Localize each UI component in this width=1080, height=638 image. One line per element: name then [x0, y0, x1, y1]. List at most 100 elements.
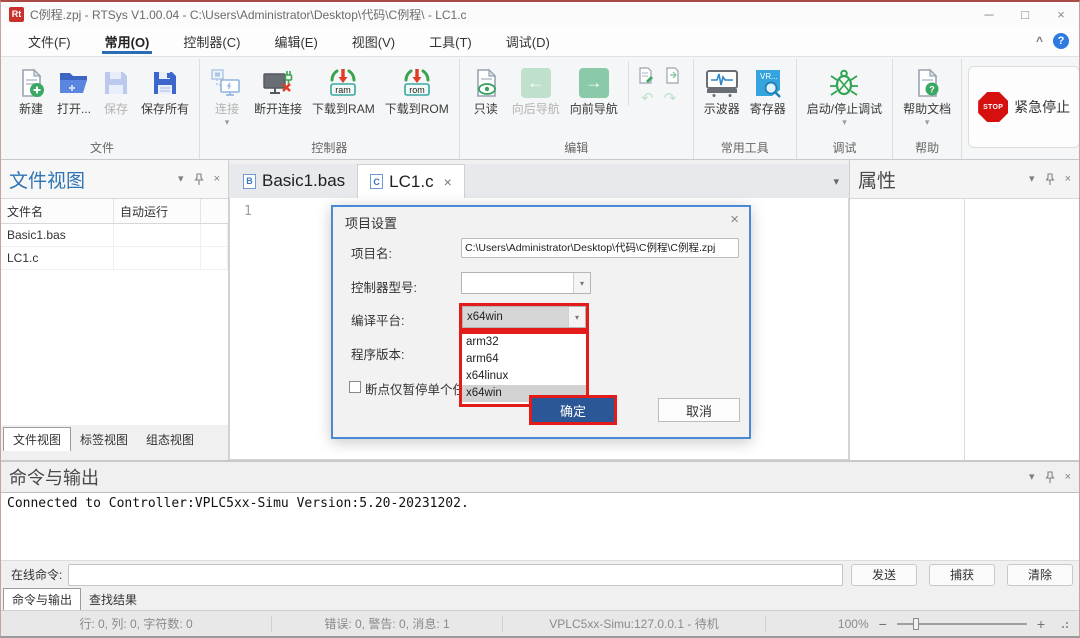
tab-command-output[interactable]: 命令与输出	[3, 588, 81, 611]
minimize-button[interactable]: ─	[971, 2, 1007, 26]
project-name-input[interactable]: C:\Users\Administrator\Desktop\代码\C例程\C例…	[461, 238, 739, 258]
menu-view[interactable]: 视图(V)	[335, 26, 412, 56]
column-autorun[interactable]: 自动运行	[114, 199, 201, 223]
goto-line-icon[interactable]	[664, 67, 681, 84]
help-doc-icon: ?	[911, 65, 943, 101]
zoom-out-icon[interactable]: −	[879, 616, 887, 632]
menu-controller[interactable]: 控制器(C)	[166, 26, 257, 56]
download-ram-button[interactable]: ram 下载到RAM	[308, 61, 379, 117]
help-icon[interactable]: ?	[1053, 33, 1069, 49]
readonly-icon	[470, 65, 502, 101]
menu-common[interactable]: 常用(O)	[88, 26, 167, 56]
save-all-button[interactable]: 保存所有	[137, 61, 193, 117]
ribbon: 新建 打开... 保存	[1, 56, 1079, 160]
dialog-close-icon[interactable]: ×	[730, 211, 739, 228]
svg-text:?: ?	[929, 85, 935, 95]
panel-menu-icon[interactable]: ▾	[1029, 472, 1035, 483]
debug-dropdown-icon: ▾	[842, 117, 847, 127]
open-folder-icon	[57, 65, 91, 101]
properties-panel: 属性 ▾ ×	[849, 160, 1079, 460]
chevron-down-icon[interactable]: ▾	[568, 307, 585, 327]
new-button[interactable]: 新建	[11, 61, 51, 117]
ribbon-group-debug: 启动/停止调试 ▾ 调试	[797, 59, 893, 159]
download-rom-button[interactable]: rom 下载到ROM	[381, 61, 453, 117]
open-button[interactable]: 打开...	[53, 61, 95, 117]
app-logo-icon: Rt	[9, 7, 24, 22]
tab-config-view[interactable]: 组态视图	[137, 428, 203, 451]
project-name-label: 项目名:	[351, 243, 392, 262]
pin-icon[interactable]	[194, 173, 204, 186]
option-x64linux[interactable]: x64linux	[462, 368, 586, 385]
file-table: 文件名 自动运行 Basic1.bas LC1.c	[1, 198, 228, 425]
tab-list-dropdown-icon[interactable]: ▾	[823, 175, 849, 188]
editor-tab-lc1[interactable]: C LC1.c ×	[357, 164, 465, 198]
nav-forward-button[interactable]: → 向前导航	[566, 61, 622, 117]
panel-menu-icon[interactable]: ▾	[1029, 174, 1035, 185]
menu-file[interactable]: 文件(F)	[11, 26, 88, 56]
view-tabs: 文件视图 标签视图 组态视图	[1, 425, 228, 451]
zoom-in-icon[interactable]: +	[1037, 616, 1045, 632]
pin-icon[interactable]	[1045, 471, 1055, 484]
option-arm64[interactable]: arm64	[462, 351, 586, 368]
edit-code-icon[interactable]	[637, 67, 654, 84]
group-label-tools: 常用工具	[700, 139, 790, 159]
file-view-title: 文件视图	[9, 166, 178, 193]
column-filename[interactable]: 文件名	[1, 199, 114, 223]
ribbon-group-help: ? 帮助文档 ▾ 帮助	[893, 59, 962, 159]
tab-close-icon[interactable]: ×	[444, 174, 452, 190]
cancel-button[interactable]: 取消	[658, 398, 740, 422]
pin-icon[interactable]	[1045, 173, 1055, 186]
help-doc-button[interactable]: ? 帮助文档 ▾	[899, 61, 955, 127]
disconnect-button[interactable]: 断开连接	[250, 61, 306, 117]
maximize-button[interactable]: □	[1007, 2, 1043, 26]
panel-menu-icon[interactable]: ▾	[178, 174, 184, 185]
send-button[interactable]: 发送	[851, 564, 917, 586]
file-row-lc1[interactable]: LC1.c	[1, 247, 228, 270]
save-button[interactable]: 保存	[97, 61, 135, 117]
resize-grip[interactable]	[1059, 619, 1069, 629]
start-stop-debug-button[interactable]: 启动/停止调试 ▾	[803, 61, 886, 127]
basic-file-icon: B	[243, 174, 256, 189]
compile-platform-select[interactable]: x64win ▾	[462, 306, 586, 328]
tab-label-view[interactable]: 标签视图	[71, 428, 137, 451]
undo-icon[interactable]: ↶	[641, 92, 654, 106]
group-label-file: 文件	[11, 139, 193, 159]
close-button[interactable]: ×	[1043, 2, 1079, 26]
online-command-input[interactable]	[68, 564, 843, 586]
oscilloscope-button[interactable]: 示波器	[700, 61, 744, 117]
breakpoint-checkbox[interactable]	[349, 381, 361, 393]
readonly-button[interactable]: 只读	[466, 61, 506, 117]
ribbon-collapse-icon[interactable]: ^	[1036, 34, 1043, 48]
ribbon-group-tools: 示波器 VR... 寄存器 常用工具	[694, 59, 797, 159]
tab-search-results[interactable]: 查找结果	[81, 589, 145, 610]
ribbon-group-file: 新建 打开... 保存	[5, 59, 200, 159]
controller-model-select[interactable]: ▾	[461, 272, 591, 294]
panel-close-icon[interactable]: ×	[1065, 174, 1071, 185]
platform-dropdown-list: arm32 arm64 x64linux x64win	[462, 334, 586, 404]
zoom-slider-thumb[interactable]	[913, 618, 919, 630]
option-arm32[interactable]: arm32	[462, 334, 586, 351]
tab-file-view[interactable]: 文件视图	[3, 427, 71, 452]
connect-icon	[210, 65, 244, 101]
zoom-slider[interactable]	[897, 623, 1027, 625]
panel-close-icon[interactable]: ×	[214, 174, 220, 185]
emergency-stop-button[interactable]: STOP 紧急停止	[968, 66, 1080, 148]
editor-tab-basic1[interactable]: B Basic1.bas	[231, 164, 357, 198]
properties-title: 属性	[858, 166, 1029, 193]
clear-button[interactable]: 清除	[1007, 564, 1073, 586]
panel-close-icon[interactable]: ×	[1065, 472, 1071, 483]
redo-icon[interactable]: ↷	[664, 92, 677, 106]
nav-back-button[interactable]: ← 向后导航	[508, 61, 564, 117]
menu-edit[interactable]: 编辑(E)	[257, 26, 334, 56]
file-row-basic1[interactable]: Basic1.bas	[1, 224, 228, 247]
output-log[interactable]: Connected to Controller:VPLC5xx-Simu Ver…	[1, 492, 1079, 560]
chevron-down-icon[interactable]: ▾	[573, 273, 590, 293]
capture-button[interactable]: 捕获	[929, 564, 995, 586]
menu-debug[interactable]: 调试(D)	[489, 26, 567, 56]
file-view-panel: 文件视图 ▾ × 文件名 自动运行 Basic1.bas	[1, 160, 229, 460]
registers-button[interactable]: VR... 寄存器	[746, 61, 790, 117]
window-title: C例程.zpj - RTSys V1.00.04 - C:\Users\Admi…	[30, 6, 971, 23]
menu-tools[interactable]: 工具(T)	[412, 26, 489, 56]
ok-button[interactable]: 确定	[532, 398, 614, 422]
connect-button[interactable]: 连接 ▾	[206, 61, 248, 127]
